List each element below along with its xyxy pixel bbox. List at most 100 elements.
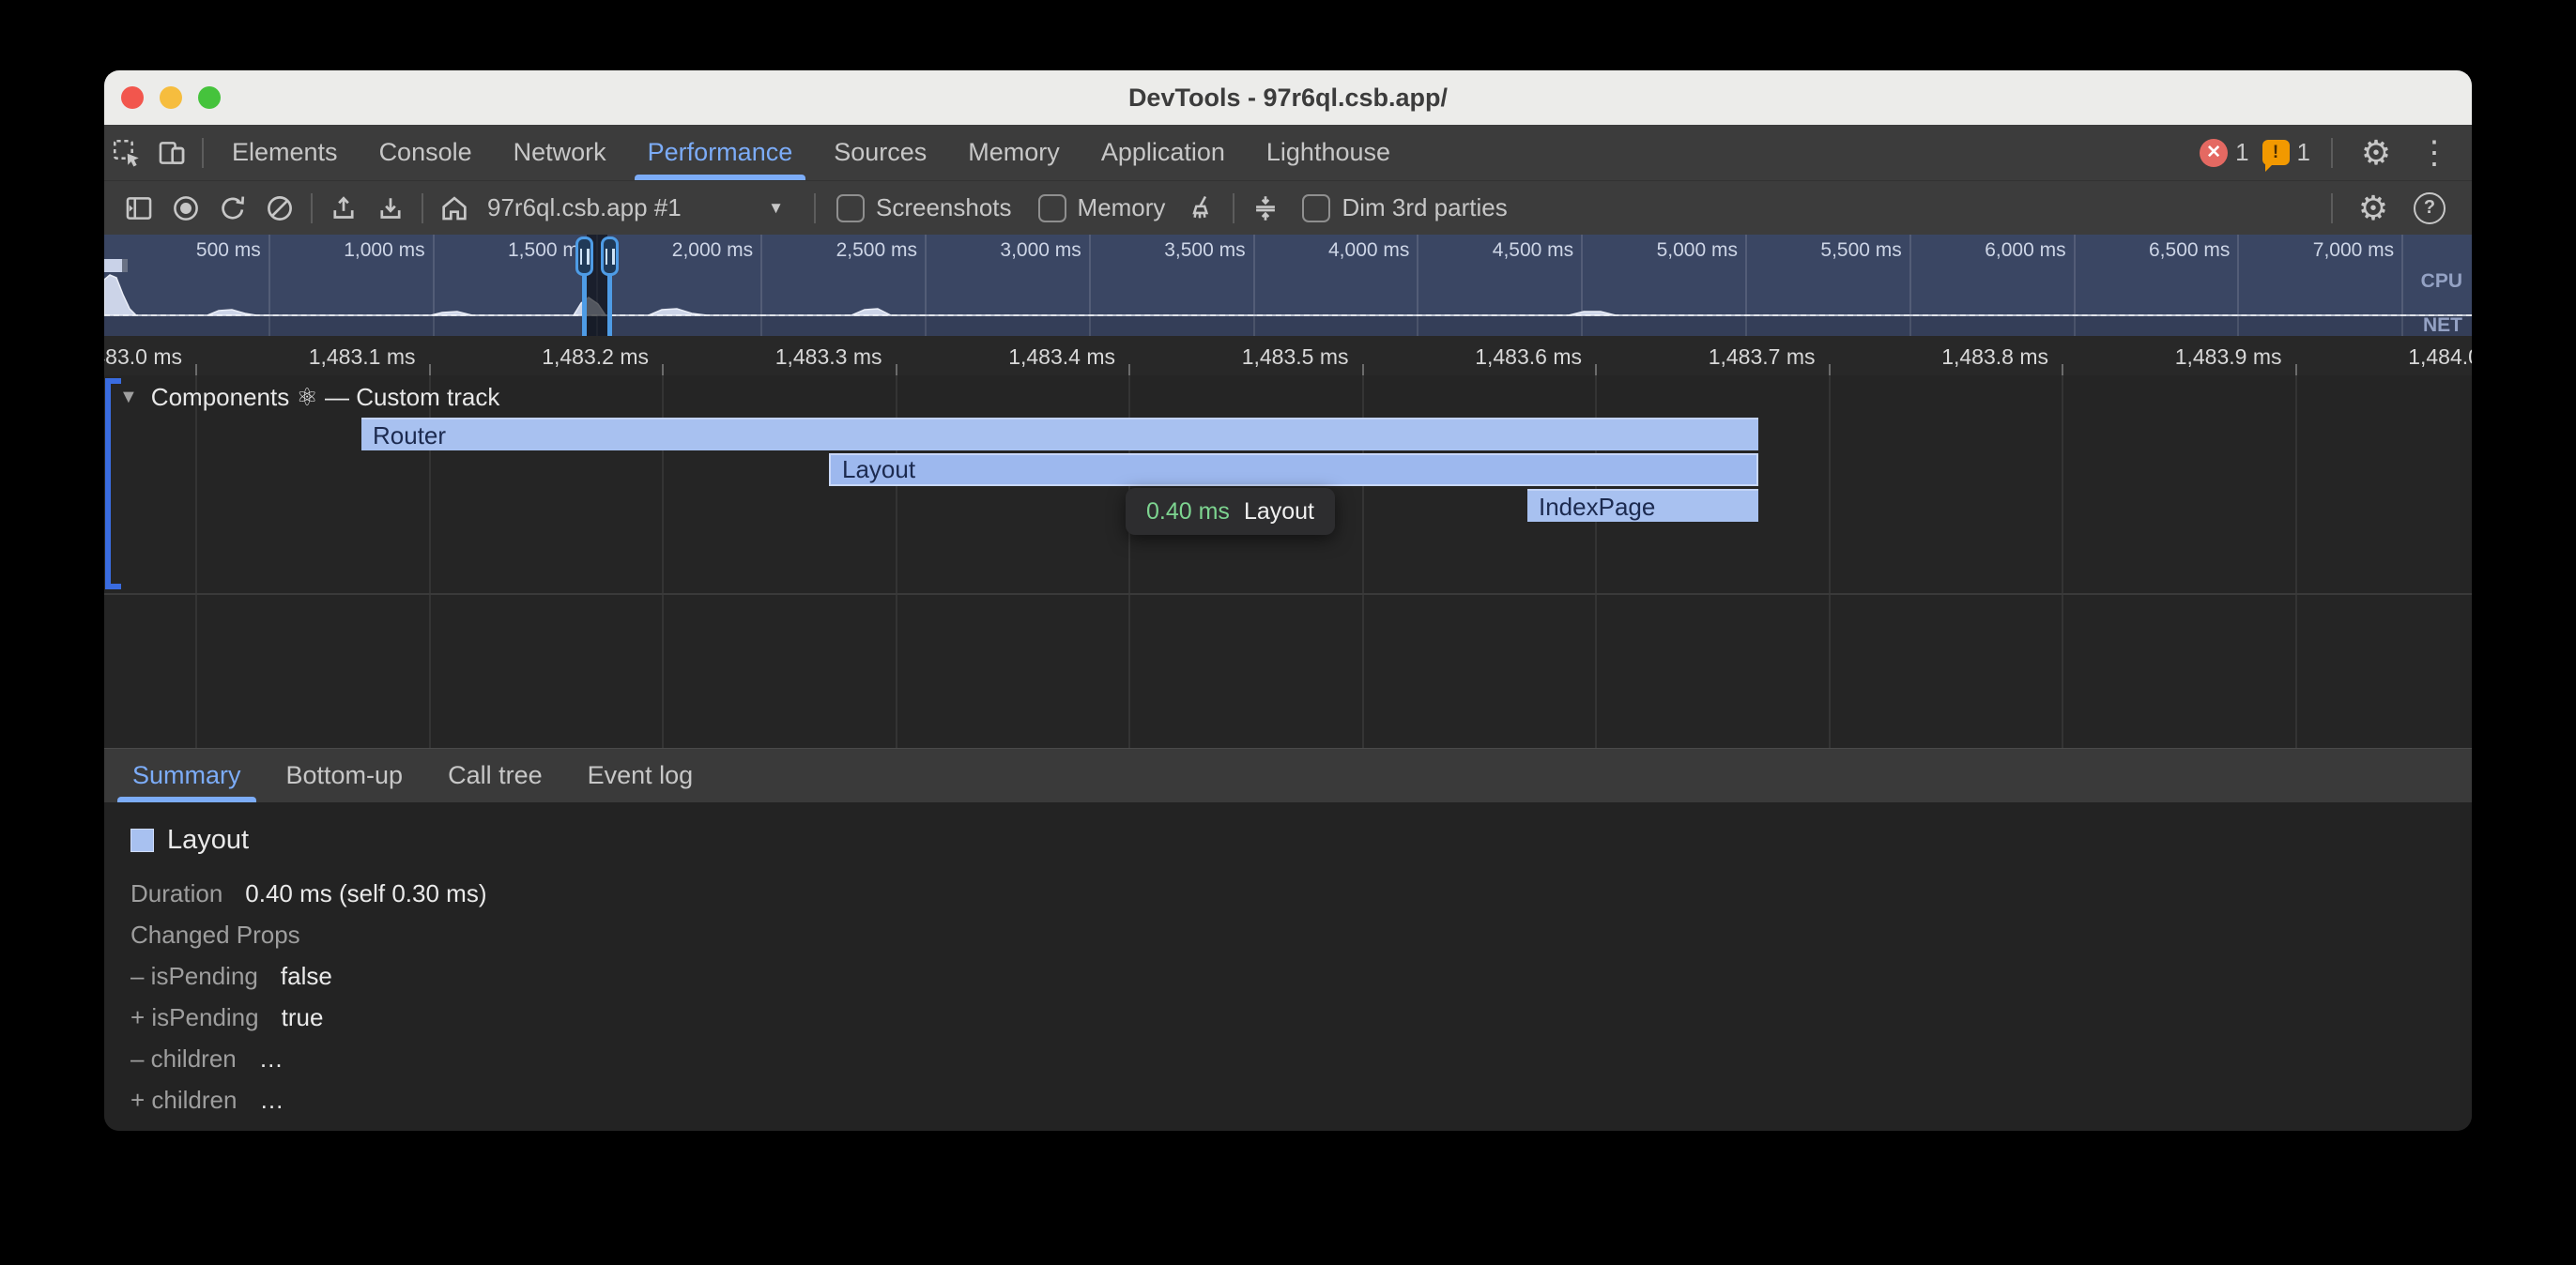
record-and-reload-button[interactable] [211, 187, 254, 230]
checkbox-box [1038, 194, 1066, 222]
divider [202, 138, 204, 168]
window-title: DevTools - 97r6ql.csb.app/ [104, 84, 2472, 113]
flame-gridline [2295, 375, 2297, 748]
toggle-sidebar-icon[interactable] [117, 187, 161, 230]
home-icon[interactable] [433, 187, 476, 230]
divider [814, 193, 816, 223]
flame-gridline [195, 375, 197, 748]
devtools-window: DevTools - 97r6ql.csb.app/ ElementsConso… [104, 70, 2472, 1131]
track-label: Components ⚛ — Custom track [151, 383, 500, 412]
divider [422, 193, 423, 223]
save-profile-icon[interactable] [369, 187, 412, 230]
ruler-tick-label: 1,483.3 ms [732, 344, 882, 370]
ruler-tick-label: 1,483.6 ms [1432, 344, 1582, 370]
tooltip-duration: 0.40 ms [1146, 498, 1230, 526]
summary-row: + isPending true [130, 997, 2446, 1038]
summary-row: – isPendingfalse [130, 955, 2446, 997]
ruler-tick [662, 364, 664, 375]
error-count: 1 [2235, 138, 2248, 167]
dim-3rd-parties-checkbox[interactable]: Dim 3rd parties [1302, 193, 1507, 222]
target-selector-value: 97r6ql.csb.app #1 [487, 193, 682, 222]
device-toolbar-button[interactable] [149, 130, 194, 175]
ruler-tick [1128, 364, 1130, 375]
track-header[interactable]: ▼ Components ⚛ — Custom track [119, 383, 499, 412]
checkbox-box [836, 194, 865, 222]
target-selector[interactable]: 97r6ql.csb.app #1 ▼ [487, 193, 797, 222]
main-tab-bar: ElementsConsoleNetworkPerformanceSources… [104, 125, 2472, 180]
titlebar: DevTools - 97r6ql.csb.app/ [104, 70, 2472, 125]
ruler-tick-label: 1,483.5 ms [1199, 344, 1349, 370]
flame-gridline [2062, 375, 2063, 748]
tabbar-right: ✕ 1 ! 1 ⚙ ⋮ [2200, 130, 2472, 175]
performance-toolbar: 97r6ql.csb.app #1 ▼ Screenshots Memory [104, 180, 2472, 235]
ruler-tick-label: 1,483.0 ms [104, 344, 182, 370]
tab-memory[interactable]: Memory [947, 125, 1081, 180]
more-options-kebab-icon[interactable]: ⋮ [2412, 130, 2457, 175]
flame-bar-indexpage[interactable]: IndexPage [1527, 489, 1758, 522]
flame-bar-router[interactable]: Router [361, 418, 1758, 450]
summary-row-label: + isPending [130, 1003, 259, 1031]
checkbox-box [1302, 194, 1330, 222]
selection-left-handle[interactable] [575, 236, 593, 276]
memory-checkbox[interactable]: Memory [1038, 193, 1166, 222]
detail-tab-summary[interactable]: Summary [110, 749, 264, 802]
tab-lighthouse[interactable]: Lighthouse [1246, 125, 1411, 180]
summary-row-label: Duration [130, 879, 222, 907]
tab-performance[interactable]: Performance [627, 125, 814, 180]
record-button[interactable] [164, 187, 207, 230]
divider [311, 193, 313, 223]
summary-row-value: true [282, 1003, 324, 1031]
divider [2331, 138, 2333, 168]
tooltip-label: Layout [1244, 498, 1314, 526]
capture-settings-gear-icon[interactable]: ⚙ [2352, 187, 2395, 230]
overview-left-marker [104, 259, 122, 272]
handle-grip [580, 249, 583, 265]
ruler-tick [2295, 364, 2297, 375]
dim-3rd-parties-label: Dim 3rd parties [1342, 193, 1507, 222]
flame-bar-layout[interactable]: Layout [829, 453, 1758, 486]
memory-label: Memory [1078, 193, 1166, 222]
selection-left-line[interactable] [582, 268, 587, 336]
collect-garbage-icon[interactable] [1180, 187, 1223, 230]
ruler-tick [896, 364, 897, 375]
summary-row-value: false [281, 962, 332, 990]
zoom-button[interactable] [198, 86, 221, 109]
cpu-lane-label: CPU [2421, 270, 2462, 293]
screenshots-label: Screenshots [876, 193, 1012, 222]
flame-chart[interactable]: ▼ Components ⚛ — Custom track RouterLayo… [104, 375, 2472, 748]
help-icon[interactable]: ? [2408, 187, 2451, 230]
detail-tab-call-tree[interactable]: Call tree [425, 749, 565, 802]
minimize-button[interactable] [160, 86, 182, 109]
close-button[interactable] [121, 86, 144, 109]
timeline-overview[interactable]: 500 ms1,000 ms1,500 ms2,000 ms2,500 ms3,… [104, 235, 2472, 336]
detail-tab-bottom-up[interactable]: Bottom-up [264, 749, 426, 802]
selection-right-line[interactable] [607, 268, 612, 336]
ruler-tick [195, 364, 197, 375]
selection-right-handle[interactable] [601, 236, 619, 276]
tab-elements[interactable]: Elements [211, 125, 359, 180]
panel-tabs: ElementsConsoleNetworkPerformanceSources… [211, 125, 1411, 180]
collapse-triangle-icon[interactable]: ▼ [119, 387, 138, 408]
ruler-tick-label: 1,483.8 ms [1898, 344, 2048, 370]
screenshots-checkbox[interactable]: Screenshots [836, 193, 1012, 222]
inspect-element-button[interactable] [104, 130, 149, 175]
handle-grip [606, 249, 608, 265]
tab-console[interactable]: Console [359, 125, 493, 180]
collapse-sections-icon[interactable] [1244, 187, 1287, 230]
console-errors-badge[interactable]: ✕ 1 [2200, 138, 2248, 167]
tab-sources[interactable]: Sources [813, 125, 947, 180]
tab-network[interactable]: Network [493, 125, 627, 180]
tab-application[interactable]: Application [1081, 125, 1246, 180]
ruler-tick-label: 1,483.1 ms [266, 344, 416, 370]
settings-gear-icon[interactable]: ⚙ [2354, 130, 2399, 175]
summary-title-row: Layout [130, 825, 2446, 856]
divider [1233, 193, 1234, 223]
screen: DevTools - 97r6ql.csb.app/ ElementsConso… [0, 0, 2576, 1265]
summary-row-label: – children [130, 1044, 237, 1073]
load-profile-icon[interactable] [322, 187, 365, 230]
detail-tab-event-log[interactable]: Event log [565, 749, 716, 802]
clear-button[interactable] [258, 187, 301, 230]
chevron-down-icon: ▼ [768, 199, 784, 218]
issues-badge[interactable]: ! 1 [2262, 138, 2310, 167]
summary-row: + children… [130, 1079, 2446, 1120]
